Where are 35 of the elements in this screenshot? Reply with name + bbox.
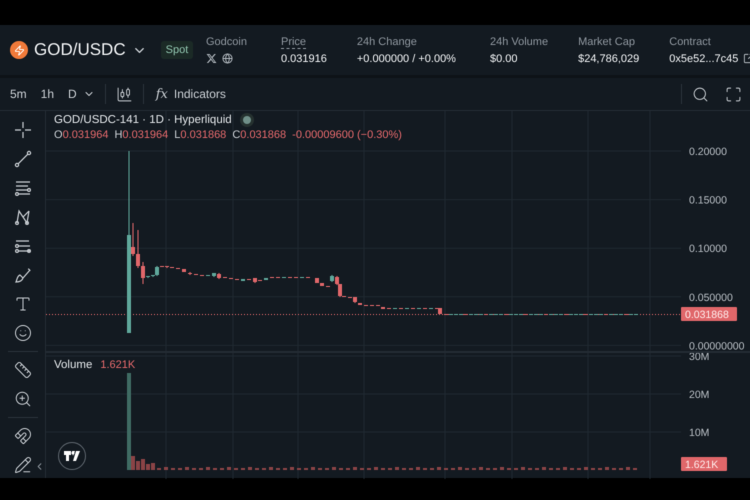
interval-button[interactable]: 1h [38,87,56,101]
indicators-button[interactable]: fx Indicators [154,84,228,104]
price-axis-label: 0.15000 [689,194,727,207]
price-axis-label: 0.20000 [689,146,727,158]
market-type-badge: Spot [160,41,194,59]
ohlc-value: O0.031964 [54,129,108,141]
stat-label: Godcoin [206,36,247,49]
price-axis-label: 0.050000 [689,292,733,304]
last-price-badge: 0.031868 [681,307,737,321]
ohlc-value: L0.031868 [174,129,226,141]
stat-value: $24,786,029 [578,52,640,64]
chart-title: GOD/USDC-141 · 1D · Hyperliquid [54,114,232,126]
ohlc-value: C0.031868 [232,129,286,141]
stat-value: 0.031916 [280,52,327,64]
interval-button[interactable]: 5m [8,87,29,101]
interval-button[interactable]: D [66,87,79,101]
price-axis-label: 0.00000000 [689,340,744,351]
stat-value: $0.00 [490,52,518,64]
volume-value: 1.621K [100,359,136,371]
stat-label: 24h Volume [490,36,548,48]
price-change: -0.00009600 (−0.30%) [292,129,402,141]
stat-label: Price [280,36,306,48]
stat-label: Market Cap [578,36,635,48]
contract-address: 0x5e52...7c45 [669,52,738,64]
volume-axis-label: 10M [689,427,710,439]
stat-label: Contract [669,36,711,48]
pair-name: GOD/USDC [34,40,126,60]
stat-value: +0.000000 / +0.00% [356,52,456,64]
price-axis-label: 0.10000 [689,243,727,256]
stat-label: 24h Change [356,36,417,48]
volume-axis-label: 30M [689,353,710,363]
volume-label: Volume [54,359,92,371]
last-volume-badge: 1.621K [681,457,727,471]
ohlc-value: H0.031964 [114,129,168,141]
volume-axis-label: 20M [689,389,710,401]
